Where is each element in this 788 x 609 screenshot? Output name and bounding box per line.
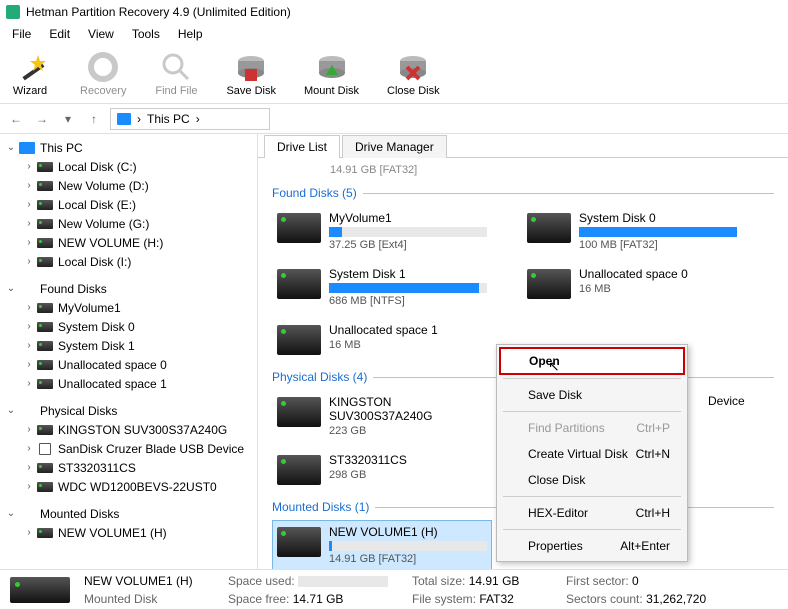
address-thispc[interactable]: This PC xyxy=(147,112,190,126)
menu-file[interactable]: File xyxy=(4,25,39,43)
sidebar: ⌄This PC ›Local Disk (C:) ›New Volume (D… xyxy=(0,134,258,569)
recovery-button: Recovery xyxy=(80,51,126,97)
wizard-button[interactable]: Wizard xyxy=(8,51,52,97)
drive-icon xyxy=(277,269,321,299)
tree-unalloc0[interactable]: ›Unallocated space 0 xyxy=(0,355,257,374)
ctx-properties[interactable]: PropertiesAlt+Enter xyxy=(499,533,685,559)
address-sep2: › xyxy=(196,112,200,126)
tree-sysd1[interactable]: ›System Disk 1 xyxy=(0,336,257,355)
context-menu: Open Save Disk Find PartitionsCtrl+P Cre… xyxy=(496,344,688,562)
nav-up[interactable]: ↑ xyxy=(84,109,104,129)
mountdisk-button[interactable]: Mount Disk xyxy=(304,51,359,97)
disk-sysd1[interactable]: System Disk 1686 MB [NTFS] xyxy=(272,262,492,312)
window-title: Hetman Partition Recovery 4.9 (Unlimited… xyxy=(26,5,291,19)
address-sep: › xyxy=(137,112,141,126)
ctx-savedisk[interactable]: Save Disk xyxy=(499,382,685,408)
disk-myvol1[interactable]: MyVolume137.25 GB [Ext4] xyxy=(272,206,492,256)
tree-newvolg[interactable]: ›New Volume (G:) xyxy=(0,214,257,233)
disk-mountedh[interactable]: NEW VOLUME1 (H)14.91 GB [FAT32] xyxy=(272,520,492,569)
tree-found-hdr[interactable]: ⌄Found Disks xyxy=(0,279,257,298)
navbar: ← → ▾ ↑ › This PC › xyxy=(0,104,788,134)
ctx-closedisk[interactable]: Close Disk xyxy=(499,467,685,493)
ctx-createvdisk[interactable]: Create Virtual DiskCtrl+N xyxy=(499,441,685,467)
closedisk-icon xyxy=(397,51,429,83)
ctx-open[interactable]: Open xyxy=(499,347,685,375)
drive-icon xyxy=(527,213,571,243)
drive-icon xyxy=(277,397,321,427)
tabs: Drive List Drive Manager xyxy=(258,134,788,158)
tree-st33[interactable]: ›ST3320311CS xyxy=(0,458,257,477)
tree-unalloc1[interactable]: ›Unallocated space 1 xyxy=(0,374,257,393)
disk-st33[interactable]: ST3320311CS298 GB xyxy=(272,448,492,490)
menu-edit[interactable]: Edit xyxy=(41,25,78,43)
disk-unalloc1[interactable]: Unallocated space 116 MB xyxy=(272,318,492,360)
findfile-icon xyxy=(160,51,192,83)
device-fragment: Device xyxy=(708,394,745,408)
truncated-detail: 14.91 GB [FAT32] xyxy=(330,164,774,176)
menu-view[interactable]: View xyxy=(80,25,122,43)
used-bar xyxy=(298,576,388,587)
tree-sandisk[interactable]: ›SanDisk Cruzer Blade USB Device xyxy=(0,439,257,458)
tab-drivelist[interactable]: Drive List xyxy=(264,135,340,158)
tree-myvol1[interactable]: ›MyVolume1 xyxy=(0,298,257,317)
closedisk-label: Close Disk xyxy=(387,85,440,97)
titlebar: Hetman Partition Recovery 4.9 (Unlimited… xyxy=(0,0,788,24)
nav-fwd[interactable]: → xyxy=(32,109,52,129)
drive-icon xyxy=(277,213,321,243)
tree-newvold[interactable]: ›New Volume (D:) xyxy=(0,176,257,195)
ctx-hexeditor[interactable]: HEX-EditorCtrl+H xyxy=(499,500,685,526)
menubar: File Edit View Tools Help xyxy=(0,24,788,44)
tree-locali[interactable]: ›Local Disk (I:) xyxy=(0,252,257,271)
tree-locale[interactable]: ›Local Disk (E:) xyxy=(0,195,257,214)
tree-mountedh[interactable]: ›NEW VOLUME1 (H) xyxy=(0,523,257,542)
mountdisk-label: Mount Disk xyxy=(304,85,359,97)
tree-mounted-hdr[interactable]: ⌄Mounted Disks xyxy=(0,504,257,523)
nav-history[interactable]: ▾ xyxy=(58,109,78,129)
section-found: Found Disks (5) xyxy=(272,186,774,200)
disk-sysd0[interactable]: System Disk 0100 MB [FAT32] xyxy=(522,206,742,256)
disk-unalloc0[interactable]: Unallocated space 016 MB xyxy=(522,262,742,312)
findfile-label: Find File xyxy=(155,85,197,97)
savedisk-button[interactable]: Save Disk xyxy=(226,51,276,97)
address-bar[interactable]: › This PC › xyxy=(110,108,270,130)
tree-thispc[interactable]: ⌄This PC xyxy=(0,138,257,157)
drive-icon xyxy=(277,527,321,557)
wizard-label: Wizard xyxy=(13,85,47,97)
recovery-icon xyxy=(87,51,119,83)
drive-icon xyxy=(277,325,321,355)
statusbar: NEW VOLUME1 (H) Mounted Disk Space used:… xyxy=(0,569,788,609)
wizard-icon xyxy=(14,51,46,83)
menu-tools[interactable]: Tools xyxy=(124,25,168,43)
tab-drivemgr[interactable]: Drive Manager xyxy=(342,135,447,158)
mountdisk-icon xyxy=(316,51,348,83)
tree-wdc[interactable]: ›WDC WD1200BEVS-22UST0 xyxy=(0,477,257,496)
disk-kingston[interactable]: KINGSTON SUV300S37A240G223 GB xyxy=(272,390,492,442)
tree-localc[interactable]: ›Local Disk (C:) xyxy=(0,157,257,176)
tree-kingston[interactable]: ›KINGSTON SUV300S37A240G xyxy=(0,420,257,439)
drive-icon xyxy=(277,455,321,485)
toolbar: Wizard Recovery Find File Save Disk Moun… xyxy=(0,44,788,104)
tree-phys-hdr[interactable]: ⌄Physical Disks xyxy=(0,401,257,420)
drive-icon xyxy=(527,269,571,299)
findfile-button: Find File xyxy=(154,51,198,97)
recovery-label: Recovery xyxy=(80,85,126,97)
tree-newvolh[interactable]: ›NEW VOLUME (H:) xyxy=(0,233,257,252)
closedisk-button[interactable]: Close Disk xyxy=(387,51,440,97)
menu-help[interactable]: Help xyxy=(170,25,211,43)
footer-sub: Mounted Disk xyxy=(84,590,214,608)
footer-drive-icon xyxy=(10,577,70,603)
nav-back[interactable]: ← xyxy=(6,109,26,129)
ctx-findpartitions: Find PartitionsCtrl+P xyxy=(499,415,685,441)
savedisk-icon xyxy=(235,51,267,83)
tree-sysd0[interactable]: ›System Disk 0 xyxy=(0,317,257,336)
pc-icon xyxy=(117,113,131,125)
footer-name: NEW VOLUME1 (H) xyxy=(84,572,214,590)
savedisk-label: Save Disk xyxy=(226,85,276,97)
app-icon xyxy=(6,5,20,19)
